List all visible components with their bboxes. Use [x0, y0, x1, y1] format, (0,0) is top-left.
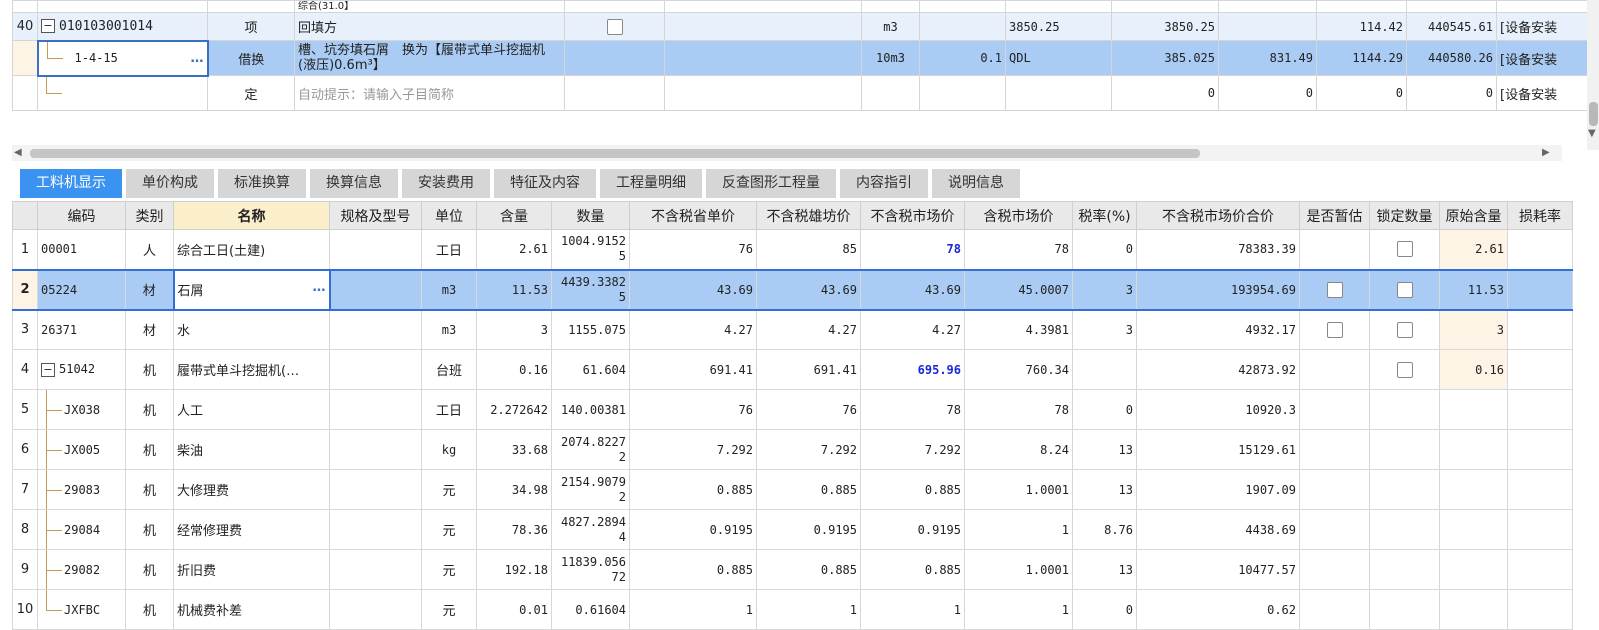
col-lock-qty[interactable]: 锁定数量 — [1369, 201, 1440, 230]
tab-quantity-detail[interactable]: 工程量明细 — [600, 169, 702, 198]
table-row[interactable]: 7 29083 机 大修理费 元 34.98 2154.9079 2 0.885 … — [12, 469, 1573, 510]
col-category[interactable]: 类别 — [125, 201, 174, 230]
tab-features[interactable]: 特征及内容 — [494, 169, 596, 198]
vertical-scrollbar[interactable]: ▼ — [1587, 0, 1599, 150]
table-row[interactable]: 1 00001 人 综合工日(土建) 工日 2.61 1004.9152 5 76… — [12, 229, 1573, 270]
resource-grid: 编码 类别 名称 规格及型号 单位 含量 数量 不含税省单价 不含税雄坊价 不含… — [12, 201, 1573, 630]
lock-qty-checkbox[interactable] — [1396, 241, 1413, 258]
partial-text: 综合(31.0】 — [294, 0, 565, 13]
detail-tabs: 工料机显示 单价构成 标准换算 换算信息 安装费用 特征及内容 工程量明细 反查… — [20, 169, 1024, 198]
type-cell: 借换 — [207, 40, 295, 76]
col-loss-rate[interactable]: 损耗率 — [1507, 201, 1573, 230]
row-number: 40 — [12, 12, 38, 41]
lock-qty-checkbox[interactable] — [1396, 281, 1413, 298]
lock-qty-checkbox[interactable] — [1396, 321, 1413, 338]
table-row[interactable]: 5 JX038 机 人工 工日 2.272642 140.00381 76 76… — [12, 389, 1573, 430]
name-cell[interactable]: 槽、坑夯填石屑 换为【履带式单斗挖掘机(液压)0.6m³】 — [294, 40, 565, 76]
name-input-hint[interactable]: 自动提示：请输入子目简称 — [294, 75, 565, 111]
tab-graphic-quantity[interactable]: 反查图形工程量 — [706, 169, 836, 198]
col-content[interactable]: 含量 — [476, 201, 552, 230]
table-row[interactable]: 3 26371 材 水 m3 3 1155.075 4.27 4.27 4.27… — [12, 309, 1573, 350]
provisional-checkbox[interactable] — [1326, 281, 1343, 298]
checkbox-cell[interactable] — [564, 12, 665, 41]
collapse-icon[interactable]: − — [41, 362, 55, 377]
tab-install-fee[interactable]: 安装费用 — [402, 169, 490, 198]
unit-cell: m3 — [861, 12, 920, 41]
col-quantity[interactable]: 数量 — [551, 201, 630, 230]
top-row[interactable]: 定 自动提示：请输入子目简称 0 0 0 0 [设备安装 — [12, 75, 1588, 111]
tab-content-guide[interactable]: 内容指引 — [840, 169, 928, 198]
table-row[interactable]: 6 JX005 机 柴油 kg 33.68 2074.8227 2 7.292 7… — [12, 429, 1573, 470]
tab-labor-material[interactable]: 工料机显示 — [20, 169, 122, 198]
col-spec[interactable]: 规格及型号 — [329, 201, 422, 230]
col-province-price[interactable]: 不含税省单价 — [629, 201, 757, 230]
type-cell: 定 — [207, 75, 295, 111]
top-grid-panel: 综合(31.0】 40 −010103001014 项 回填方 m3 3850.… — [0, 0, 1599, 161]
col-unit[interactable]: 单位 — [421, 201, 477, 230]
type-cell: 项 — [207, 12, 295, 41]
tab-conversion-info[interactable]: 换算信息 — [310, 169, 398, 198]
collapse-icon[interactable]: − — [41, 19, 55, 34]
scroll-right-icon[interactable]: ▶ — [1542, 147, 1550, 158]
table-row[interactable]: 8 29084 机 经常修理费 元 78.36 4827.2894 4 0.919… — [12, 509, 1573, 550]
scrollbar-thumb[interactable] — [30, 149, 1200, 158]
name-editor[interactable]: 石屑… — [172, 268, 331, 311]
expr-cell: 3850.25 — [1005, 12, 1112, 41]
scroll-left-icon[interactable]: ◀ — [14, 147, 22, 158]
more-button[interactable]: … — [191, 51, 204, 66]
col-xiongfang-price[interactable]: 不含税雄坊价 — [756, 201, 861, 230]
tab-description[interactable]: 说明信息 — [932, 169, 1020, 198]
col-name[interactable]: 名称 — [173, 201, 330, 230]
code-cell[interactable]: 1-4-15 … — [36, 39, 209, 77]
col-market-total[interactable]: 不含税市场价合价 — [1136, 201, 1300, 230]
col-original-content[interactable]: 原始含量 — [1439, 201, 1508, 230]
top-row[interactable]: 40 −010103001014 项 回填方 m3 3850.25 3850.2… — [12, 12, 1588, 41]
scrollbar-thumb[interactable] — [1589, 102, 1598, 126]
scroll-down-icon[interactable]: ▼ — [1588, 128, 1596, 139]
tab-standard-conversion[interactable]: 标准换算 — [218, 169, 306, 198]
checkbox[interactable] — [606, 18, 623, 35]
col-market-price[interactable]: 不含税市场价 — [860, 201, 965, 230]
col-code[interactable]: 编码 — [37, 201, 126, 230]
quota-grid: 综合(31.0】 40 −010103001014 项 回填方 m3 3850.… — [12, 0, 1588, 111]
table-row-selected[interactable]: 2 05224 材 石屑… m3 11.53 4439.3382 5 43.69 … — [12, 268, 1573, 311]
horizontal-scrollbar[interactable]: ◀ ▶ — [12, 145, 1562, 161]
more-button[interactable]: … — [313, 280, 326, 295]
name-cell[interactable]: 回填方 — [294, 12, 565, 41]
lock-qty-checkbox[interactable] — [1396, 361, 1413, 378]
code-cell[interactable]: −010103001014 — [37, 12, 208, 41]
table-row[interactable]: 10 JXFBC 机 机械费补差 元 0.01 0.61604 1 1 1 1 … — [12, 589, 1573, 630]
col-provisional[interactable]: 是否暂估 — [1299, 201, 1370, 230]
provisional-checkbox[interactable] — [1326, 321, 1343, 338]
col-tax-market-price[interactable]: 含税市场价 — [964, 201, 1073, 230]
table-row[interactable]: 9 29082 机 折旧费 元 192.18 11839.056 72 0.885… — [12, 549, 1573, 590]
tab-unit-price[interactable]: 单价构成 — [126, 169, 214, 198]
table-row[interactable]: 4 −51042 机 履带式单斗挖掘机(… 台班 0.16 61.604 691… — [12, 349, 1573, 390]
col-tax-rate[interactable]: 税率(%) — [1072, 201, 1137, 230]
top-row-selected[interactable]: 1-4-15 … 借换 槽、坑夯填石屑 换为【履带式单斗挖掘机(液压)0.6m³… — [12, 39, 1588, 77]
header-row: 编码 类别 名称 规格及型号 单位 含量 数量 不含税省单价 不含税雄坊价 不含… — [12, 201, 1573, 230]
